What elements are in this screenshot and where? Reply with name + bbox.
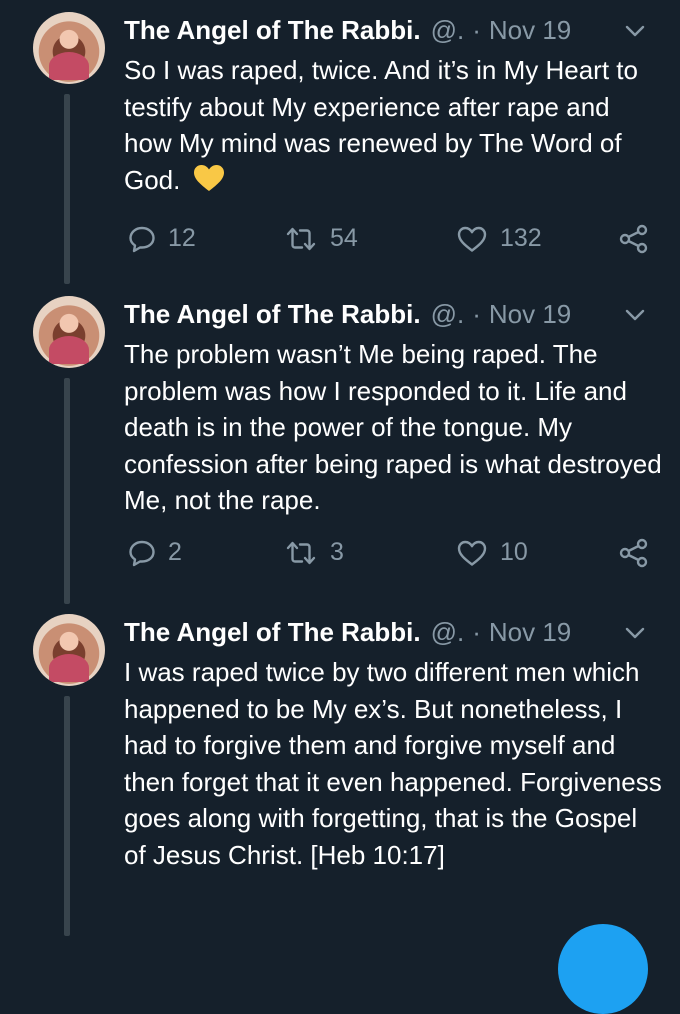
like-count: 10 [500, 538, 528, 566]
reply-icon [129, 540, 155, 566]
thread-line [64, 696, 70, 936]
like-button[interactable]: 10 [456, 538, 528, 567]
separator-dot: · [472, 14, 481, 45]
reply-count: 2 [168, 538, 182, 566]
avatar[interactable] [33, 296, 105, 368]
tweet-date[interactable]: Nov 19 [489, 617, 571, 648]
tweet-actions: 2 3 10 [124, 538, 664, 578]
tweet-date[interactable]: Nov 19 [489, 15, 571, 46]
display-name[interactable]: The Angel of The Rabbi. [124, 617, 421, 648]
tweet-body: The problem wasn’t Me being raped. The p… [124, 339, 662, 515]
retweet-button[interactable]: 3 [284, 538, 344, 567]
handle[interactable]: @. [431, 299, 465, 330]
separator-dot: · [472, 616, 481, 647]
handle[interactable]: @. [431, 15, 465, 46]
share-icon [619, 224, 648, 254]
tweet-header: The Angel of The Rabbi. @. · Nov 19 [124, 614, 571, 650]
like-button[interactable]: 132 [456, 224, 542, 253]
handle[interactable]: @. [431, 617, 465, 648]
chevron-down-icon[interactable] [620, 618, 650, 648]
share-button[interactable] [618, 224, 650, 254]
tweet-header: The Angel of The Rabbi. @. · Nov 19 [124, 296, 571, 332]
retweet-count: 3 [330, 538, 344, 566]
reply-button[interactable]: 12 [128, 224, 196, 253]
like-count: 132 [500, 224, 542, 252]
retweet-button[interactable]: 54 [284, 224, 358, 253]
separator-dot: · [472, 298, 481, 329]
retweet-icon [286, 541, 316, 564]
thread-line [64, 94, 70, 284]
retweet-icon [286, 227, 316, 250]
tweet-actions: 12 54 132 [124, 224, 664, 264]
like-icon [457, 540, 487, 566]
chevron-down-icon[interactable] [620, 300, 650, 330]
thread-line [64, 378, 70, 604]
avatar[interactable] [33, 12, 105, 84]
tweet-text: So I was raped, twice. And it’s in My He… [124, 52, 664, 202]
retweet-count: 54 [330, 224, 358, 252]
compose-tweet-button[interactable] [558, 924, 648, 1014]
tweet-header: The Angel of The Rabbi. @. · Nov 19 [124, 12, 571, 48]
display-name[interactable]: The Angel of The Rabbi. [124, 299, 421, 330]
reply-count: 12 [168, 224, 196, 252]
share-icon [619, 538, 648, 568]
like-icon [457, 226, 487, 252]
tweet-text: I was raped twice by two different men w… [124, 654, 664, 873]
reply-icon [129, 226, 155, 252]
avatar[interactable] [33, 614, 105, 686]
display-name[interactable]: The Angel of The Rabbi. [124, 15, 421, 46]
tweet-body: I was raped twice by two different men w… [124, 657, 662, 870]
tweet-date[interactable]: Nov 19 [489, 299, 571, 330]
tweet-text: The problem wasn’t Me being raped. The p… [124, 336, 664, 519]
yellow-heart-icon [192, 163, 226, 203]
share-button[interactable] [618, 538, 650, 568]
chevron-down-icon[interactable] [620, 16, 650, 46]
reply-button[interactable]: 2 [128, 538, 182, 567]
